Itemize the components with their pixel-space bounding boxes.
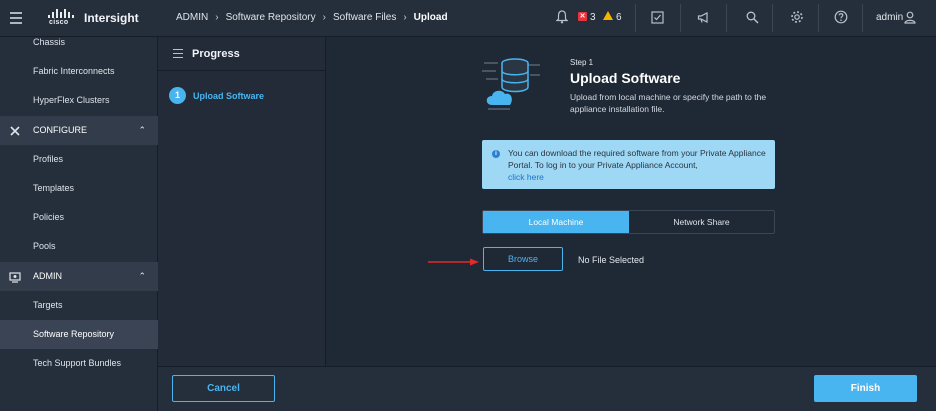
sidebar-item-software-repository[interactable]: Software Repository <box>0 320 158 349</box>
source-toggle: Local Machine Network Share <box>482 210 775 234</box>
help-icon[interactable] <box>834 10 848 24</box>
cancel-button[interactable]: Cancel <box>172 375 275 402</box>
gear-icon[interactable] <box>790 10 804 24</box>
tab-network-share[interactable]: Network Share <box>629 211 774 233</box>
sidebar-item-label: Targets <box>33 300 63 310</box>
divider <box>818 4 819 32</box>
search-icon[interactable] <box>746 11 759 24</box>
chevron-right-icon: › <box>403 12 407 23</box>
sidebar-item-label: Pools <box>33 241 56 251</box>
brand-name: Intersight <box>84 11 139 25</box>
info-text: You can download the required software f… <box>508 147 770 183</box>
cisco-logo: cisco <box>48 9 74 29</box>
divider <box>772 4 773 32</box>
sidebar-item-label: Chassis <box>33 37 66 47</box>
info-banner: i You can download the required software… <box>482 140 775 189</box>
cisco-logo-text: cisco <box>49 19 69 26</box>
sidebar-item-pools[interactable]: Pools <box>0 232 158 261</box>
step-number-badge: 1 <box>169 87 186 104</box>
info-message: You can download the required software f… <box>508 148 766 170</box>
warning-count[interactable]: 6 <box>616 12 622 23</box>
breadcrumb-item[interactable]: ADMIN <box>176 12 208 23</box>
sidebar-item-tech-support-bundles[interactable]: Tech Support Bundles <box>0 349 158 378</box>
breadcrumb: ADMIN › Software Repository › Software Files… <box>176 12 448 23</box>
chevron-right-icon: › <box>322 12 326 23</box>
admin-icon <box>9 272 21 283</box>
chevron-right-icon: › <box>215 12 219 23</box>
warning-icon[interactable] <box>603 11 613 20</box>
sidebar-item-targets[interactable]: Targets <box>0 291 158 320</box>
breadcrumb-item[interactable]: Software Files <box>333 12 396 23</box>
sidebar-item-label: Tech Support Bundles <box>33 358 122 368</box>
user-name[interactable]: admin <box>876 12 903 23</box>
step-caption: Step 1 <box>570 58 594 67</box>
sidebar-item-label: HyperFlex Clusters <box>33 95 110 105</box>
info-icon: i <box>492 150 500 158</box>
sidebar-item-chassis[interactable]: Chassis <box>0 28 158 57</box>
browse-button[interactable]: Browse <box>483 247 563 271</box>
file-status: No File Selected <box>578 255 645 265</box>
list-icon <box>173 49 183 58</box>
database-cloud-icon <box>482 58 540 110</box>
sidebar-item-label: Templates <box>33 183 75 193</box>
bell-icon[interactable] <box>556 10 568 24</box>
sidebar-section-configure[interactable]: CONFIGURE ⌃ <box>0 116 158 145</box>
footer-bar: Cancel Finish <box>158 366 936 411</box>
red-arrow-annotation <box>428 258 479 266</box>
chevron-up-icon: ⌃ <box>138 125 146 135</box>
progress-panel: Progress 1 Upload Software <box>158 37 326 366</box>
divider <box>862 4 863 32</box>
divider <box>680 4 681 32</box>
sidebar-item-hyperflex-clusters[interactable]: HyperFlex Clusters <box>0 86 158 115</box>
sidebar-section-admin[interactable]: ADMIN ⌃ <box>0 262 158 291</box>
sidebar-item-label: Fabric Interconnects <box>33 66 115 76</box>
sidebar-item-policies[interactable]: Policies <box>0 203 158 232</box>
error-count[interactable]: 3 <box>590 12 596 23</box>
step-title: Upload Software <box>570 70 681 86</box>
breadcrumb-item[interactable]: Software Repository <box>226 12 316 23</box>
step-label[interactable]: Upload Software <box>193 91 264 101</box>
finish-button[interactable]: Finish <box>814 375 917 402</box>
progress-title: Progress <box>192 48 240 60</box>
sidebar-item-templates[interactable]: Templates <box>0 174 158 203</box>
main-content: Step 1 Upload Software Upload from local… <box>326 37 936 366</box>
wrench-icon <box>10 126 20 136</box>
tab-local-machine[interactable]: Local Machine <box>483 211 629 233</box>
app-window: cisco Intersight ADMIN › Software Reposito… <box>0 0 936 411</box>
chevron-up-icon: ⌃ <box>138 271 146 281</box>
sidebar-item-profiles[interactable]: Profiles <box>0 145 158 174</box>
sidebar-item-label: Profiles <box>33 154 64 164</box>
checklist-icon[interactable] <box>651 11 664 24</box>
step-description: Upload from local machine or specify the… <box>570 92 767 114</box>
divider <box>635 4 636 32</box>
sidebar-item-label: Software Repository <box>33 329 115 339</box>
error-icon[interactable]: ✕ <box>578 12 587 21</box>
divider <box>726 4 727 32</box>
sidebar-section-label: ADMIN <box>33 271 62 281</box>
megaphone-icon[interactable] <box>697 11 710 24</box>
breadcrumb-current: Upload <box>413 12 448 23</box>
sidebar-item-label: Policies <box>33 212 65 222</box>
sidebar-item-fabric-interconnects[interactable]: Fabric Interconnects <box>0 57 158 86</box>
click-here-link[interactable]: click here <box>508 172 544 182</box>
sidebar: Chassis Fabric Interconnects HyperFlex C… <box>0 37 158 411</box>
hamburger-menu-icon[interactable] <box>10 12 22 27</box>
progress-header: Progress <box>158 37 326 71</box>
user-icon[interactable] <box>904 11 916 24</box>
sidebar-section-label: CONFIGURE <box>33 125 87 135</box>
